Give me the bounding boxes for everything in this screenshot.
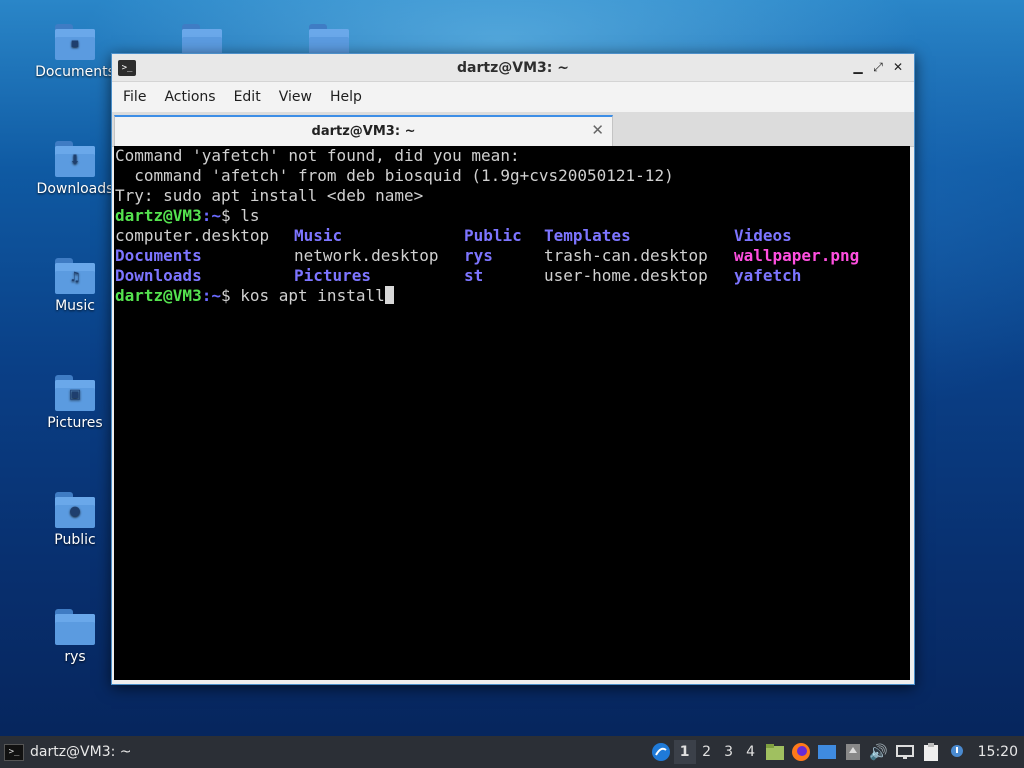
menu-actions[interactable]: Actions — [155, 82, 224, 112]
menu-file[interactable]: File — [114, 82, 155, 112]
terminal-window: >_ dartz@VM3: ~ ▁ ⤢ ✕ File Actions Edit … — [111, 53, 915, 685]
ls-entry: computer.desktop — [115, 226, 270, 245]
desktop-icon-pictures[interactable]: ▣ Pictures — [28, 375, 122, 431]
ls-entry: wallpaper.png — [734, 246, 860, 265]
close-tab-icon[interactable]: ✕ — [591, 121, 604, 139]
folder-icon: ▪ — [55, 24, 95, 60]
maximize-button[interactable]: ⤢ — [868, 58, 888, 76]
terminal-prompt-line: dartz@VM3:~$ kos apt install — [115, 286, 394, 306]
desktop-icon-label: Downloads — [36, 181, 114, 197]
command-text: ls — [240, 206, 260, 225]
desktop-icon-rys[interactable]: rys — [28, 609, 122, 665]
prompt-symbol: $ — [220, 206, 241, 225]
desktop-icon-public[interactable]: ● Public — [28, 492, 122, 548]
prompt-path: :~ — [201, 206, 221, 225]
ls-entry: Public — [464, 226, 522, 245]
workspace-3[interactable]: 3 — [718, 740, 740, 764]
terminal-output[interactable]: Command 'yafetch' not found, did you mea… — [114, 146, 910, 680]
clock[interactable]: 15:20 — [970, 744, 1024, 760]
desktop-icon-label: Music — [55, 298, 95, 314]
folder-pictures-icon: ▣ — [55, 375, 95, 411]
desktop-icon-label: rys — [64, 649, 86, 665]
ls-entry: Pictures — [294, 266, 372, 285]
prompt-path: :~ — [201, 286, 221, 305]
ls-entry: rys — [464, 246, 493, 265]
terminal-line: Command 'yafetch' not found, did you mea… — [115, 146, 520, 165]
desktop-icon-label: Public — [54, 532, 96, 548]
ls-entry: Music — [294, 226, 343, 245]
taskbar-task-label: dartz@VM3: ~ — [30, 744, 132, 760]
workspace-4[interactable]: 4 — [740, 740, 762, 764]
close-button[interactable]: ✕ — [888, 58, 908, 76]
ls-entry: Templates — [544, 226, 631, 245]
desktop-icon-label: Pictures — [47, 415, 103, 431]
text-cursor — [384, 286, 394, 304]
ls-entry: Documents — [115, 246, 202, 265]
ls-entry: Videos — [734, 226, 792, 245]
terminal-line: command 'afetch' from deb biosquid (1.9g… — [115, 166, 674, 185]
desktop-icon-music[interactable]: ♫ Music — [28, 258, 122, 314]
terminal-line: Try: sudo apt install <deb name> — [115, 186, 424, 205]
terminal-icon: >_ — [4, 743, 24, 761]
folder-download-icon: ⬇ — [55, 141, 95, 177]
folder-music-icon: ♫ — [55, 258, 95, 294]
prompt-symbol: $ — [220, 286, 241, 305]
desktop-icon-label: Documents — [35, 64, 115, 80]
menubar: File Actions Edit View Help — [112, 82, 914, 112]
menu-help[interactable]: Help — [321, 82, 371, 112]
ls-entry: Downloads — [115, 266, 202, 285]
ls-entry: network.desktop — [294, 246, 439, 265]
minimize-button[interactable]: ▁ — [848, 58, 868, 76]
tab-terminal[interactable]: dartz@VM3: ~ ✕ — [114, 115, 613, 147]
ls-entry: user-home.desktop — [544, 266, 708, 285]
folder-public-icon: ● — [55, 492, 95, 528]
firefox-icon[interactable] — [790, 741, 812, 763]
terminal-icon: >_ — [118, 59, 136, 76]
file-manager-icon[interactable] — [764, 741, 786, 763]
tab-bar: dartz@VM3: ~ ✕ — [112, 112, 914, 147]
lubuntu-menu-icon[interactable] — [650, 741, 672, 763]
prompt-user: dartz@VM3 — [115, 206, 202, 225]
notification-icon[interactable] — [946, 741, 968, 763]
taskbar: >_ dartz@VM3: ~ 1 2 3 4 🔊 15:20 — [0, 736, 1024, 768]
ls-entry: yafetch — [734, 266, 802, 285]
tab-label: dartz@VM3: ~ — [311, 124, 416, 139]
workspace-2[interactable]: 2 — [696, 740, 718, 764]
menu-edit[interactable]: Edit — [225, 82, 270, 112]
volume-icon[interactable]: 🔊 — [868, 741, 890, 763]
clipboard-icon[interactable] — [920, 741, 942, 763]
folder-icon — [55, 609, 95, 645]
desktop-icon-downloads[interactable]: ⬇ Downloads — [28, 141, 122, 197]
command-input[interactable]: kos apt install — [240, 286, 385, 305]
ls-entry: st — [464, 266, 484, 285]
show-desktop-icon[interactable] — [816, 741, 838, 763]
network-icon[interactable] — [894, 741, 916, 763]
window-titlebar[interactable]: >_ dartz@VM3: ~ ▁ ⤢ ✕ — [112, 54, 914, 82]
workspace-1[interactable]: 1 — [673, 740, 696, 764]
ls-entry: trash-can.desktop — [544, 246, 708, 265]
taskbar-task-terminal[interactable]: >_ dartz@VM3: ~ — [4, 740, 132, 764]
desktop-icon-documents[interactable]: ▪ Documents — [28, 24, 122, 80]
terminal-prompt-line: dartz@VM3:~$ ls — [115, 206, 260, 226]
prompt-user: dartz@VM3 — [115, 286, 202, 305]
window-title: dartz@VM3: ~ — [457, 59, 569, 76]
menu-view[interactable]: View — [270, 82, 321, 112]
update-notifier-icon[interactable] — [842, 741, 864, 763]
